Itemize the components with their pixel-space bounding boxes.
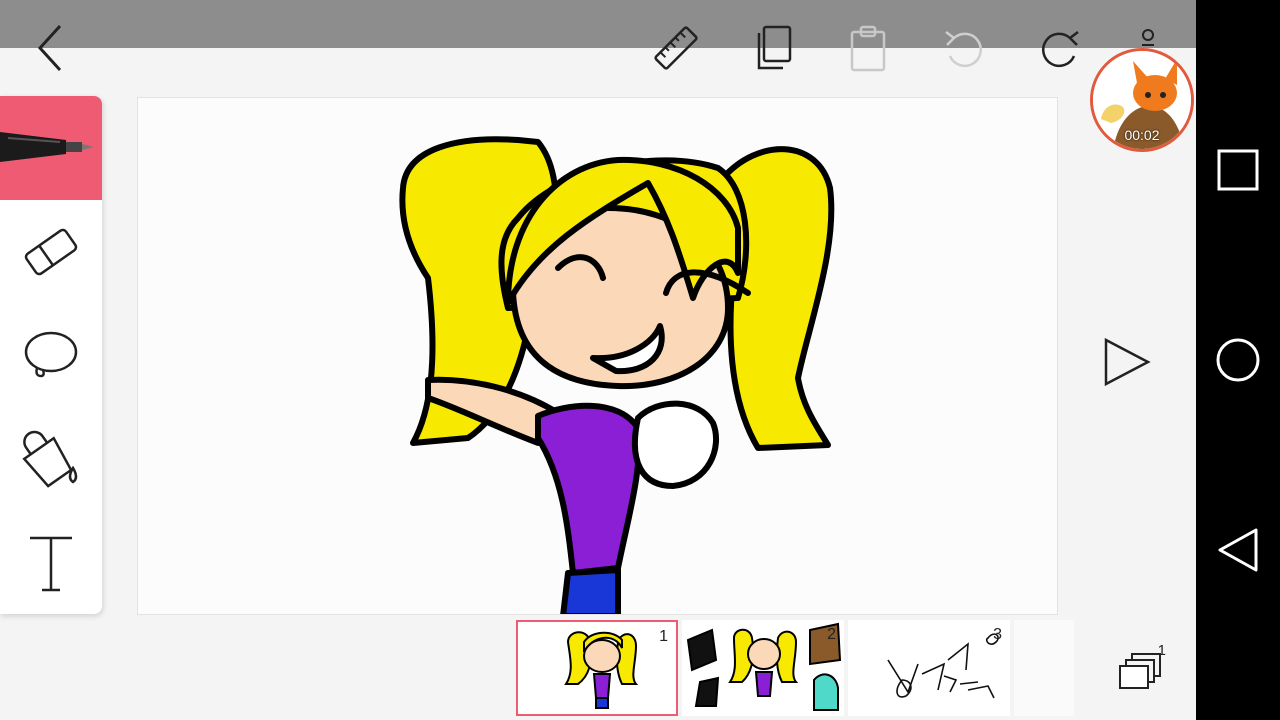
menu-button[interactable] — [1120, 14, 1176, 50]
home-button[interactable] — [1208, 330, 1268, 390]
ruler-icon — [654, 26, 698, 70]
back-nav-button[interactable] — [1208, 520, 1268, 580]
frame-strip: 1 2 3 — [516, 620, 1076, 716]
text-icon — [30, 536, 72, 592]
frame-thumbnail[interactable]: 2 — [682, 620, 844, 716]
android-nav-bar — [1196, 0, 1280, 720]
lasso-tool[interactable] — [0, 304, 102, 408]
more-vertical-icon — [1142, 29, 1154, 46]
frame-preview — [686, 622, 842, 711]
chevron-left-icon — [37, 24, 62, 72]
square-icon — [1217, 149, 1259, 191]
frame-thumbnail[interactable]: 1 — [516, 620, 678, 716]
flipaclip-app: 00:02 1 2 3 1 — [0, 0, 1196, 720]
frame-number: 2 — [827, 626, 836, 643]
text-tool[interactable] — [0, 512, 102, 614]
pen-icon — [0, 132, 94, 162]
circle-icon — [1216, 338, 1260, 382]
paste-icon — [850, 25, 886, 72]
recording-timer: 00:02 — [1124, 127, 1160, 143]
top-toolbar — [0, 0, 1196, 96]
recents-button[interactable] — [1208, 140, 1268, 200]
ruler-button[interactable] — [648, 20, 704, 76]
frame-thumbnail[interactable]: 3 — [848, 620, 1010, 716]
undo-button[interactable] — [936, 20, 992, 76]
play-button[interactable] — [1096, 332, 1156, 392]
girl-drawing — [399, 136, 835, 614]
copy-button[interactable] — [744, 20, 800, 76]
redo-button[interactable] — [1032, 20, 1088, 76]
recording-bubble[interactable]: 00:02 — [1090, 48, 1194, 152]
triangle-back-icon — [1218, 528, 1258, 572]
frame-number: 3 — [993, 626, 1002, 643]
undo-icon — [945, 31, 982, 68]
eraser-tool[interactable] — [0, 200, 102, 304]
back-button[interactable] — [22, 20, 78, 76]
frame-number: 1 — [659, 628, 668, 645]
copy-icon — [757, 25, 792, 70]
frame-thumbnail[interactable] — [1014, 620, 1074, 716]
redo-icon — [1042, 31, 1079, 68]
play-icon — [1104, 337, 1151, 387]
paint-bucket-icon — [22, 430, 78, 488]
eraser-icon — [24, 228, 78, 276]
frame-preview — [564, 631, 639, 709]
paste-button[interactable] — [840, 20, 896, 76]
layers-count: 1 — [1157, 642, 1166, 659]
lasso-icon — [24, 331, 78, 378]
drawing-canvas[interactable] — [137, 97, 1058, 615]
pen-tool[interactable] — [0, 96, 102, 200]
layers-button[interactable]: 1 — [1112, 640, 1172, 700]
fill-tool[interactable] — [0, 408, 102, 512]
frame-preview — [887, 633, 999, 699]
drawing-tools-panel — [0, 96, 102, 614]
